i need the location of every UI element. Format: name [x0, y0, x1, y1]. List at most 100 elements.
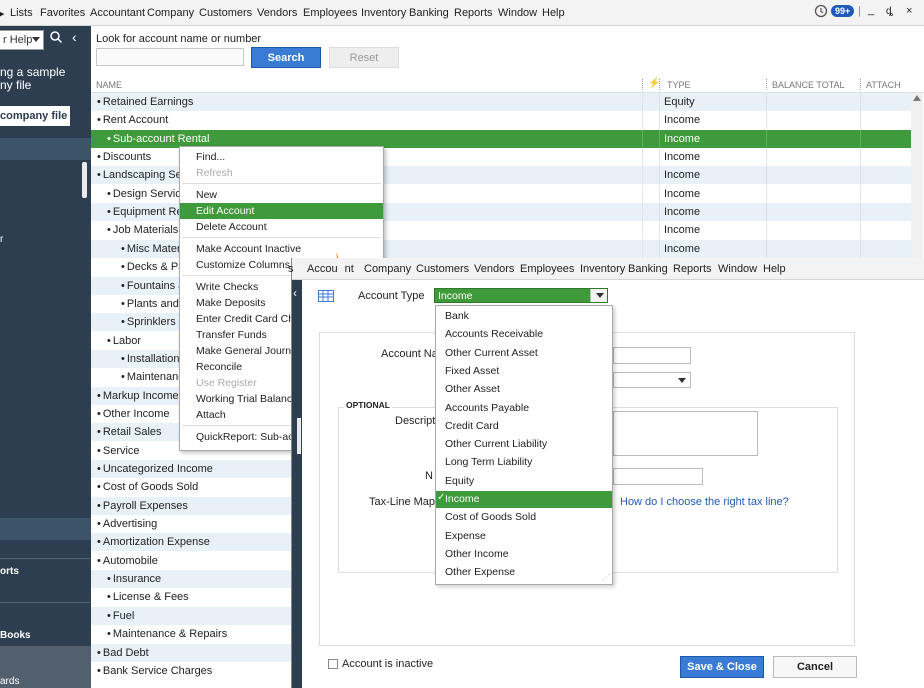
menu-lists[interactable]: Lists [10, 7, 33, 19]
save-close-button[interactable]: Save & Close [680, 656, 764, 678]
column-divider [766, 129, 767, 148]
account-type-option[interactable]: Accounts Receivable [436, 326, 612, 343]
column-divider [860, 203, 861, 222]
clock-icon[interactable] [814, 4, 828, 21]
menu-customers[interactable]: Customers [199, 7, 252, 19]
accounts-scrollbar[interactable] [911, 93, 923, 258]
column-divider [659, 184, 660, 203]
account-inactive-checkbox[interactable] [328, 659, 338, 669]
account-type: Income [664, 114, 701, 127]
account-name: • License & Fees [107, 591, 189, 603]
sidebar-item-cards[interactable]: ards [0, 676, 19, 687]
cancel-button[interactable]: Cancel [773, 656, 857, 678]
account-type-option[interactable]: Other Asset [436, 381, 612, 398]
column-balance-total[interactable]: BALANCE TOTAL [772, 80, 845, 90]
menu-company[interactable]: Company [147, 7, 194, 19]
account-name-input[interactable] [613, 347, 691, 364]
account-name-text: Retained Earnings [102, 96, 194, 108]
context-menu-item[interactable]: Find... [180, 149, 383, 165]
menu-accountant[interactable]: Accountant [90, 7, 145, 19]
column-name[interactable]: NAME [96, 80, 122, 90]
account-row[interactable]: • Sub-account Rental Income [91, 129, 911, 148]
account-type-option[interactable]: Other Income [436, 546, 612, 563]
menu-vendors[interactable]: Vendors [474, 263, 514, 275]
sidebar-item-reports[interactable]: orts [0, 566, 19, 577]
account-type-option[interactable]: Other Current Liability [436, 436, 612, 453]
minimize-button[interactable]: _ [868, 4, 874, 16]
column-attach[interactable]: ATTACH [866, 80, 901, 90]
description-input[interactable] [613, 411, 758, 456]
account-type-option-label: Cost of Goods Sold [445, 511, 537, 524]
account-type-option[interactable]: Accounts Payable [436, 400, 612, 417]
search-button[interactable]: Search [251, 47, 321, 68]
account-type-option[interactable]: Other Expense [436, 564, 612, 581]
menu-window[interactable]: Window [718, 263, 757, 275]
sidebar-scrollbar[interactable] [82, 162, 87, 198]
context-menu-item[interactable]: Edit Account [180, 203, 383, 219]
close-button[interactable]: × [906, 5, 912, 17]
menu-help[interactable]: Help [542, 7, 565, 19]
menu-company[interactable]: Company [364, 263, 411, 275]
menu-accountant[interactable]: Accou nt [307, 263, 354, 275]
collapse-icon[interactable]: ‹ [293, 286, 297, 300]
menu-customers[interactable]: Customers [416, 263, 469, 275]
menu-employees[interactable]: Employees [520, 263, 574, 275]
menu-banking[interactable]: Banking [628, 263, 668, 275]
account-name-text: Job Materials [112, 224, 179, 237]
left-sidebar: r Help ‹ ng a sample ny file company fil… [0, 26, 91, 688]
search-icon[interactable] [46, 30, 66, 50]
account-name: • Cost of Goods Sold [97, 481, 198, 493]
menu-employees[interactable]: Employees [303, 7, 357, 19]
account-type-option[interactable]: Other Current Asset [436, 345, 612, 362]
account-type-option[interactable]: ✓ Income [436, 491, 612, 508]
collapse-icon[interactable]: ‹ [72, 29, 77, 45]
context-menu-item[interactable]: Delete Account [180, 219, 383, 235]
account-type-option[interactable]: Bank [436, 308, 612, 325]
account-type: Income [664, 132, 701, 145]
menu-lists[interactable]: s [288, 263, 294, 275]
menu-vendors[interactable]: Vendors [257, 7, 297, 19]
edit-account-window: s Accou nt Company Customers Vendors Empl… [288, 258, 924, 688]
alerts-badge[interactable]: 99+ [831, 5, 855, 17]
sidebar-item-books[interactable]: Books [0, 630, 31, 641]
account-type-option[interactable]: Expense [436, 528, 612, 545]
account-name-label: Account Na [381, 348, 438, 360]
look-for-input[interactable] [96, 48, 244, 66]
column-divider [642, 93, 643, 111]
subaccount-of-select[interactable] [613, 372, 691, 388]
sidebar-search-box[interactable]: r Help [0, 30, 44, 50]
open-company-file-button[interactable]: company file [0, 106, 70, 126]
note-input[interactable] [613, 468, 703, 485]
account-type-option[interactable]: Credit Card [436, 418, 612, 435]
menu-banking[interactable]: Banking [409, 7, 449, 19]
scroll-up-icon[interactable] [913, 95, 921, 101]
restore-button[interactable]: ȡ [886, 6, 893, 17]
menu-help[interactable]: Help [763, 263, 786, 275]
account-type-option[interactable]: Fixed Asset [436, 363, 612, 380]
context-menu-item[interactable]: New [180, 187, 383, 203]
sidebar-scrollbar[interactable] [297, 418, 301, 454]
menu-inventory[interactable]: Inventory [580, 263, 625, 275]
account-type-select[interactable]: Income [434, 288, 608, 303]
account-type-option[interactable]: Equity [436, 473, 612, 490]
account-name-text: Discounts [102, 151, 152, 164]
chevron-down-icon[interactable] [590, 289, 607, 302]
reset-button[interactable]: Reset [329, 47, 399, 68]
menu-reports[interactable]: Reports [454, 7, 493, 19]
menu-inventory[interactable]: Inventory [361, 7, 406, 19]
column-divider [766, 203, 767, 222]
account-name: • Landscaping Serv [97, 169, 191, 181]
account-row[interactable]: • Retained Earnings Equity [91, 93, 911, 111]
column-type[interactable]: TYPE [667, 80, 691, 90]
account-type-option[interactable]: Cost of Goods Sold [436, 509, 612, 526]
menu-window[interactable]: Window [498, 7, 537, 19]
resize-grip-icon[interactable]: ⋰ [602, 573, 610, 582]
account-row[interactable]: • Rent Account Income [91, 111, 911, 130]
chevron-down-icon [32, 37, 40, 42]
menu-reports[interactable]: Reports [673, 263, 712, 275]
account-name-text: Landscaping Serv [102, 169, 191, 182]
column-divider [659, 166, 660, 185]
menu-favorites[interactable]: Favorites [40, 7, 85, 19]
tax-line-help-link[interactable]: How do I choose the right tax line? [620, 496, 789, 508]
account-type-option[interactable]: Long Term Liability [436, 454, 612, 471]
